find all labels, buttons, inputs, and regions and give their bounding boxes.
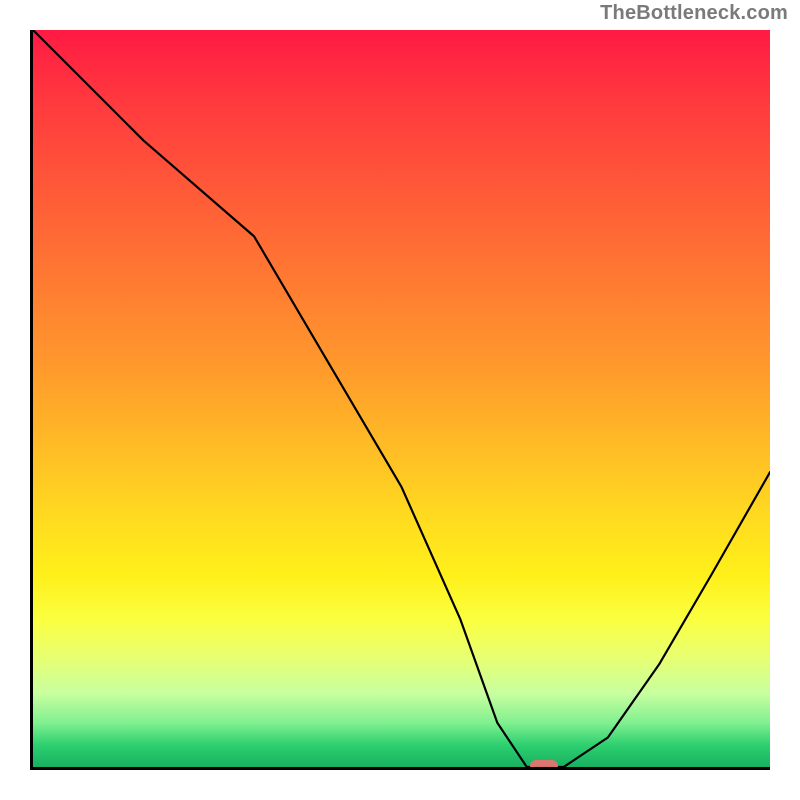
bottleneck-chart — [30, 30, 770, 770]
watermark-text: TheBottleneck.com — [600, 2, 788, 25]
optimum-marker — [530, 760, 558, 770]
chart-gradient-background — [33, 30, 770, 767]
